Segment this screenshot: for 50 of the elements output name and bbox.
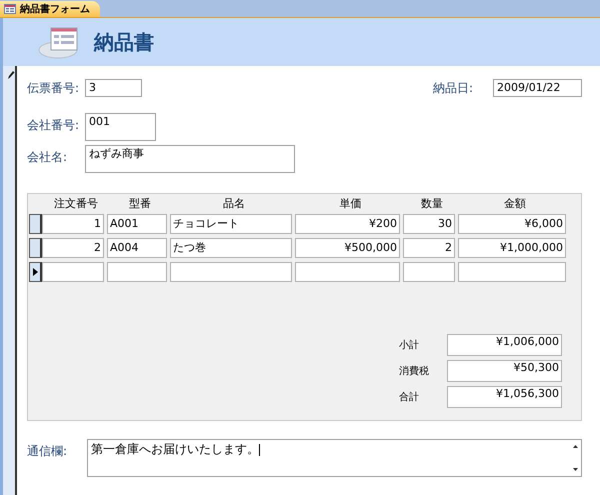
- field-label: 会社番号:: [27, 117, 80, 134]
- field-label: 伝票番号:: [27, 80, 80, 96]
- total-field: ¥1,056,300: [447, 386, 562, 408]
- total-field: ¥50,300: [447, 360, 562, 382]
- column-header: 数量: [420, 196, 444, 210]
- table-cell[interactable]: ¥1,000,000: [458, 238, 566, 258]
- total-field: ¥1,006,000: [447, 334, 562, 356]
- table-cell[interactable]: 1: [42, 214, 104, 234]
- table-cell[interactable]: チョコレート: [170, 214, 292, 234]
- field-label: 納品日:: [433, 80, 474, 96]
- table-cell[interactable]: ¥200: [295, 214, 400, 234]
- table-cell[interactable]: ¥6,000: [458, 214, 566, 234]
- memo-field[interactable]: 第一倉庫へお届けいたします。: [87, 439, 582, 477]
- table-cell[interactable]: 30: [403, 214, 455, 234]
- row-selector[interactable]: [29, 238, 42, 258]
- total-label: 消費税: [399, 364, 430, 378]
- column-header: 単価: [338, 196, 362, 210]
- field-label: 会社名:: [27, 149, 68, 166]
- form-icon: [4, 4, 16, 14]
- delivery-date-field[interactable]: 2009/01/22: [493, 79, 582, 97]
- column-header: 品名: [222, 196, 246, 210]
- form-tab[interactable]: 納品書フォーム: [0, 1, 100, 17]
- table-cell[interactable]: ¥500,000: [295, 238, 400, 258]
- table-cell[interactable]: [403, 262, 455, 282]
- pencil-icon: [7, 70, 15, 80]
- slip-number-field[interactable]: 3: [85, 79, 142, 97]
- form-title: 納品書: [94, 28, 154, 56]
- table-cell[interactable]: [295, 262, 400, 282]
- column-header: 金額: [503, 196, 527, 210]
- table-cell[interactable]: 2: [42, 238, 104, 258]
- table-cell[interactable]: [42, 262, 104, 282]
- down-arrow-icon[interactable]: [572, 468, 578, 471]
- table-cell[interactable]: 2: [403, 238, 455, 258]
- total-label: 合計: [399, 390, 420, 404]
- table-cell[interactable]: [107, 262, 167, 282]
- field-label: 通信欄:: [27, 443, 68, 460]
- row-selector[interactable]: [29, 262, 42, 282]
- total-label: 小計: [399, 338, 420, 352]
- table-cell[interactable]: A004: [107, 238, 167, 258]
- table-cell[interactable]: [170, 262, 292, 282]
- current-row-icon: [32, 268, 38, 276]
- table-cell[interactable]: [458, 262, 566, 282]
- column-header: 型番: [128, 196, 152, 210]
- table-cell[interactable]: A001: [107, 214, 167, 234]
- company-name-field[interactable]: ねずみ商事: [85, 145, 295, 173]
- company-number-field[interactable]: 001: [85, 113, 156, 141]
- up-arrow-icon[interactable]: [572, 445, 578, 448]
- row-selector[interactable]: [29, 214, 42, 234]
- column-header: 注文番号: [53, 196, 99, 210]
- table-cell[interactable]: たつ巻: [170, 238, 292, 258]
